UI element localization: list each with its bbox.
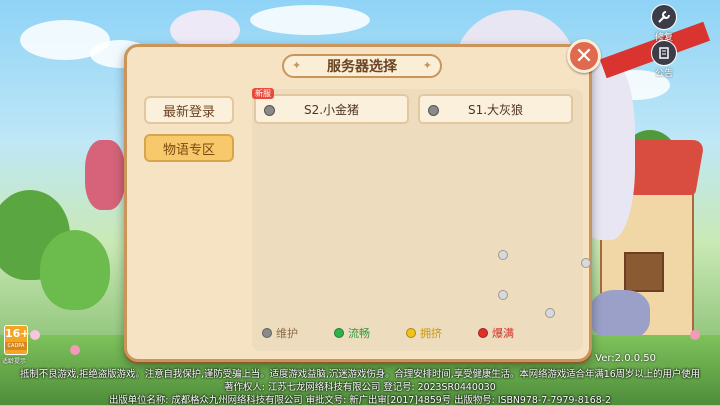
- close-button[interactable]: ✕: [567, 39, 601, 73]
- legend-label: 拥挤: [420, 327, 442, 340]
- server-select-dialog: ✦ 服务器选择 ✦ ✕ 最新登录 物语专区 新服 S2.小金猪 S1.大灰狼 维…: [124, 39, 601, 362]
- character-figure: [590, 290, 650, 340]
- age-rating-note: 适龄提示: [2, 358, 27, 365]
- notice-label: 公告: [654, 69, 673, 79]
- legend-crowded: 拥挤: [406, 325, 442, 341]
- cloud: [250, 5, 370, 35]
- tab-label: 物语专区: [162, 142, 215, 158]
- server-item-s1[interactable]: S1.大灰狼: [418, 94, 573, 124]
- legend-dot: [262, 328, 272, 338]
- legend-dot: [478, 328, 488, 338]
- star-icon: ✦: [422, 59, 432, 72]
- server-item-s2[interactable]: 新服 S2.小金猪: [252, 88, 409, 124]
- copyright-line: 著作权人: 江苏七龙网络科技有限公司 登记号: 2023SR0440030: [224, 382, 496, 393]
- status-dot-maintenance: [264, 105, 275, 116]
- touch-marker: [498, 250, 508, 260]
- server-name: S1.大灰狼: [467, 102, 524, 117]
- age-rating-caption: CADPA: [5, 342, 27, 350]
- legend-dot: [406, 328, 416, 338]
- star-icon: ✦: [292, 59, 302, 72]
- touch-marker: [581, 258, 591, 268]
- dialog-title-plate: ✦ 服务器选择 ✦: [282, 54, 442, 78]
- tab-label: 最新登录: [162, 104, 215, 120]
- touch-marker: [545, 308, 555, 318]
- notice-icon: [651, 40, 677, 66]
- tab-recent-login[interactable]: 最新登录: [144, 96, 234, 124]
- legend-dot: [334, 328, 344, 338]
- close-icon: ✕: [574, 43, 594, 69]
- tab-story-zone[interactable]: 物语专区: [144, 134, 234, 162]
- new-server-badge: 新服: [252, 88, 274, 99]
- touch-marker: [498, 290, 508, 300]
- flower: [690, 330, 700, 340]
- dialog-title: 服务器选择: [327, 59, 397, 75]
- legend-label: 维护: [276, 327, 298, 340]
- flower: [30, 330, 40, 340]
- legend-smooth: 流畅: [334, 325, 370, 341]
- version-label: Ver:2.0.0.50: [595, 353, 656, 364]
- legend-label: 爆满: [492, 327, 514, 340]
- repair-button[interactable]: 修复: [651, 4, 677, 43]
- character-dress: [85, 140, 125, 210]
- publisher-line: 出版单位名称: 成都格众九州网络科技有限公司 审批文号: 新广出审[2017]4…: [108, 395, 612, 406]
- server-name: S2.小金猪: [303, 102, 360, 117]
- legend-label: 流畅: [348, 327, 370, 340]
- health-notice: 抵制不良游戏,拒绝盗版游戏。注意自我保护,谨防受骗上当。适度游戏益脑,沉迷游戏伤…: [19, 369, 701, 380]
- legend-maintenance: 维护: [262, 325, 298, 341]
- wrench-icon: [651, 4, 677, 30]
- flower: [70, 345, 80, 355]
- age-rating-number: 16+: [5, 327, 30, 340]
- age-rating-badge: 16+ CADPA: [4, 325, 30, 355]
- server-list: 新服 S2.小金猪 S1.大灰狼 维护 流畅 拥挤 爆满: [252, 88, 583, 351]
- legend-full: 爆满: [478, 325, 514, 341]
- notice-button[interactable]: 公告: [651, 40, 677, 79]
- status-dot-maintenance: [428, 105, 439, 116]
- tree: [40, 230, 110, 310]
